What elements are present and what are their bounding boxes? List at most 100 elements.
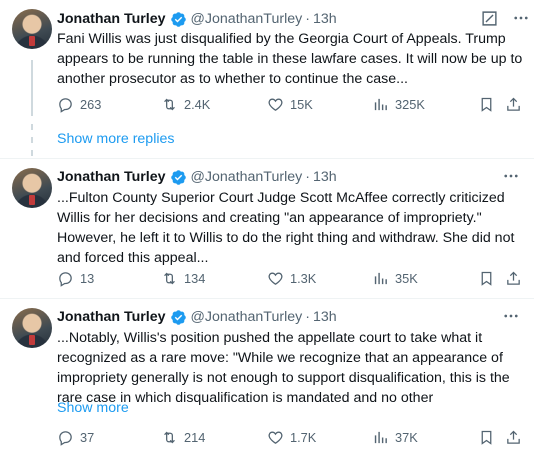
repost-icon <box>164 272 175 284</box>
views-button[interactable]: 35K <box>372 267 418 289</box>
repost-icon <box>164 431 175 443</box>
author-name[interactable]: Jonathan Turley <box>57 309 166 325</box>
verified-badge-icon[interactable] <box>170 11 187 28</box>
timestamp[interactable]: 13h <box>313 169 337 185</box>
author-name[interactable]: Jonathan Turley <box>57 11 166 27</box>
tweet-text: ...Fulton County Superior Court Judge Sc… <box>57 188 517 268</box>
tweet-header: Jonathan Turley @JonathanTurley · 13h <box>57 9 337 29</box>
bookmark-icon <box>481 430 492 445</box>
like-button[interactable]: 1.7K <box>267 426 316 448</box>
reply-count: 13 <box>80 270 95 286</box>
repost-button[interactable]: 2.4K <box>161 93 210 115</box>
view-count: 37K <box>395 429 418 445</box>
repost-button[interactable]: 214 <box>161 426 205 448</box>
bookmark-button[interactable] <box>478 267 501 289</box>
avatar[interactable] <box>12 308 52 348</box>
analytics-icon <box>374 431 387 443</box>
tweet-top-actions <box>502 167 520 185</box>
timestamp[interactable]: 13h <box>313 11 337 27</box>
more-options-icon[interactable] <box>502 167 520 185</box>
author-handle[interactable]: @JonathanTurley <box>191 11 303 27</box>
thread-line <box>31 137 33 143</box>
tweet-actions: 263 2.4K 15K 325K <box>57 93 527 115</box>
view-count: 325K <box>395 96 425 112</box>
tweet[interactable]: Jonathan Turley @JonathanTurley · 13h ..… <box>0 159 534 297</box>
grok-icon[interactable] <box>481 10 498 27</box>
like-count: 15K <box>290 96 313 112</box>
heart-icon <box>268 431 283 444</box>
heart-icon <box>268 272 283 285</box>
views-button[interactable]: 325K <box>372 93 425 115</box>
tweet-text-line: appears to be running the table in these… <box>57 51 523 67</box>
tweet-text-line: Fani Willis was just disqualified by the… <box>57 31 506 47</box>
tweet-text-line: Willis for her decisions and creating "a… <box>57 210 482 226</box>
repost-count: 134 <box>184 270 206 286</box>
tweet-header: Jonathan Turley @JonathanTurley · 13h <box>57 167 337 187</box>
heart-icon <box>268 98 283 111</box>
author-name[interactable]: Jonathan Turley <box>57 169 166 185</box>
avatar[interactable] <box>12 9 52 49</box>
tweet[interactable]: Jonathan Turley @JonathanTurley · 13h ..… <box>0 299 534 457</box>
repost-count: 2.4K <box>184 96 211 112</box>
analytics-icon <box>374 98 387 110</box>
views-button[interactable]: 37K <box>372 426 418 448</box>
share-icon <box>507 430 520 444</box>
bookmark-button[interactable] <box>478 426 501 448</box>
tweet-text-line: ...Notably, Willis's position pushed the… <box>57 330 483 346</box>
thread-line <box>31 150 33 156</box>
view-count: 35K <box>395 270 418 286</box>
tweet-top-actions <box>481 9 530 27</box>
reply-button[interactable]: 263 <box>57 93 101 115</box>
author-handle[interactable]: @JonathanTurley <box>191 309 303 325</box>
reply-count: 263 <box>80 96 102 112</box>
share-button[interactable] <box>505 267 528 289</box>
reply-button[interactable]: 37 <box>57 426 94 448</box>
tweet-top-actions <box>502 307 520 325</box>
tweet-text-line: another prosecutor as to whether to cont… <box>57 71 408 87</box>
author-handle[interactable]: @JonathanTurley <box>191 169 303 185</box>
show-more-replies-link[interactable]: Show more replies <box>57 131 175 147</box>
tweet-actions: 13 134 1.3K 35K <box>57 267 527 289</box>
reply-count: 37 <box>80 429 95 445</box>
like-count: 1.7K <box>290 429 317 445</box>
tweet-text-line: impropriety generally is not enough to s… <box>57 370 510 386</box>
separator-dot: · <box>305 309 310 325</box>
tweet-text-line: and forced this appeal... <box>57 250 209 266</box>
tweet-text-line: However, he left it to Willis to do the … <box>57 230 515 246</box>
reply-button[interactable]: 13 <box>57 267 94 289</box>
tweet-text: ...Notably, Willis's position pushed the… <box>57 328 517 408</box>
repost-icon <box>164 98 175 110</box>
tweet-text-line: ...Fulton County Superior Court Judge Sc… <box>57 190 505 206</box>
reply-icon <box>59 271 72 287</box>
tweet-text-line: recognized as a rare move: "While we rec… <box>57 350 503 366</box>
reply-icon <box>59 430 72 446</box>
like-button[interactable]: 15K <box>267 93 313 115</box>
reply-icon <box>59 97 72 113</box>
tweet-header: Jonathan Turley @JonathanTurley · 13h <box>57 307 337 327</box>
like-button[interactable]: 1.3K <box>267 267 316 289</box>
like-count: 1.3K <box>290 270 317 286</box>
tweet-text: Fani Willis was just disqualified by the… <box>57 29 523 89</box>
bookmark-button[interactable] <box>478 93 501 115</box>
repost-count: 214 <box>184 429 206 445</box>
tweet[interactable]: Jonathan Turley @JonathanTurley · 13h Fa… <box>0 0 534 120</box>
more-options-icon[interactable] <box>512 9 530 27</box>
repost-button[interactable]: 134 <box>161 267 205 289</box>
thread-line <box>31 124 33 130</box>
analytics-icon <box>374 272 387 284</box>
more-options-icon[interactable] <box>502 307 520 325</box>
verified-badge-icon[interactable] <box>170 309 187 326</box>
share-icon <box>507 271 520 285</box>
separator-dot: · <box>305 11 310 27</box>
timestamp[interactable]: 13h <box>313 309 337 325</box>
share-button[interactable] <box>505 426 528 448</box>
avatar[interactable] <box>12 168 52 208</box>
share-button[interactable] <box>505 93 528 115</box>
tweet-actions: 37 214 1.7K 37K <box>57 426 527 448</box>
separator-dot: · <box>305 169 310 185</box>
bookmark-icon <box>481 97 492 112</box>
verified-badge-icon[interactable] <box>170 169 187 186</box>
show-more-link[interactable]: Show more <box>57 400 129 416</box>
bookmark-icon <box>481 271 492 286</box>
share-icon <box>507 97 520 111</box>
